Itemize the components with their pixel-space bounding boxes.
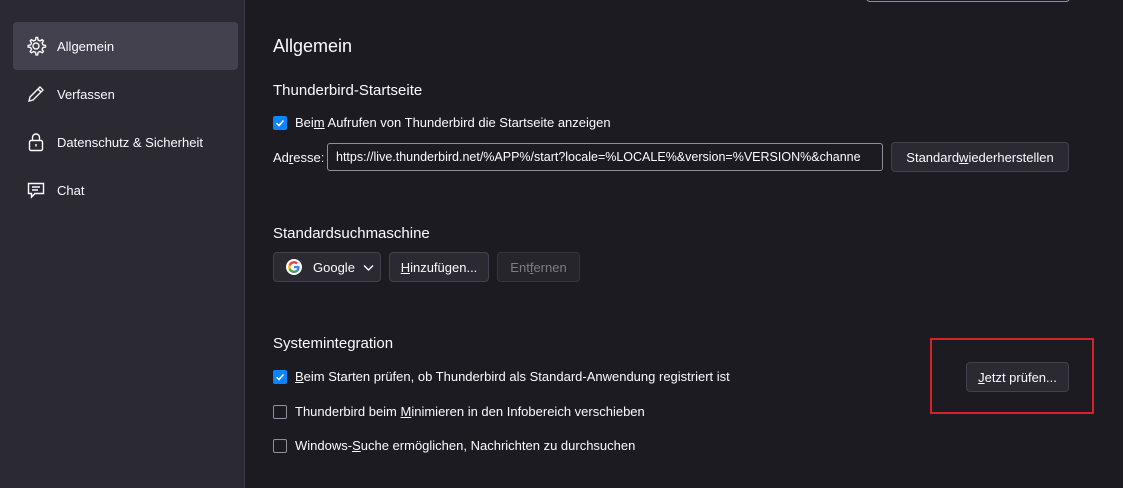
- system-option-row[interactable]: Beim Starten prüfen, ob Thunderbird als …: [273, 369, 730, 384]
- address-label: Adresse:: [273, 150, 325, 165]
- google-icon: [286, 259, 302, 275]
- sidebar-item-datenschutz[interactable]: Datenschutz & Sicherheit: [13, 118, 238, 166]
- remove-search-engine-button[interactable]: Ent f ernen: [497, 252, 580, 282]
- highlight-annotation-box: [930, 338, 1094, 414]
- sidebar-item-label: Chat: [57, 182, 85, 198]
- address-input[interactable]: https://live.thunderbird.net/%APP%/start…: [327, 143, 883, 171]
- pencil-icon: [25, 83, 47, 105]
- add-search-engine-button[interactable]: Hinzufügen...: [389, 252, 489, 282]
- minimize-tray-checkbox[interactable]: [273, 404, 287, 419]
- startpage-checkbox-row[interactable]: Beim Aufrufen von Thunderbird die Starts…: [273, 115, 611, 130]
- sidebar-item-label: Allgemein: [57, 38, 115, 54]
- search-engine-dropdown[interactable]: Google: [273, 252, 381, 282]
- system-option-row[interactable]: Windows-Suche ermöglichen, Nachrichten z…: [273, 438, 635, 453]
- sidebar-item-allgemein[interactable]: Allgemein: [13, 22, 238, 70]
- restore-default-button[interactable]: Standard w iederherstellen: [891, 142, 1069, 172]
- windows-search-checkbox-label: Windows-Suche ermöglichen, Nachrichten z…: [295, 438, 636, 453]
- section-heading-search: Standardsuchmaschine: [273, 225, 430, 242]
- section-heading-system: Systemintegration: [273, 335, 394, 352]
- lock-icon: [25, 131, 47, 153]
- windows-search-checkbox[interactable]: [273, 438, 287, 453]
- sidebar-item-verfassen[interactable]: Verfassen: [13, 70, 238, 118]
- search-engine-label: Google: [313, 259, 355, 275]
- search-field[interactable]: [866, 0, 1070, 2]
- page-title: Allgemein: [273, 36, 353, 56]
- section-heading-startpage: Thunderbird-Startseite: [273, 82, 423, 99]
- startpage-checkbox[interactable]: [273, 115, 287, 130]
- default-app-checkbox[interactable]: [273, 369, 287, 384]
- sidebar: Allgemein Verfassen Datenschutz & Sicher…: [0, 0, 245, 488]
- sidebar-item-label: Datenschutz & Sicherheit: [57, 134, 203, 150]
- sidebar-item-label: Verfassen: [57, 86, 115, 102]
- checkmark-icon: [275, 119, 285, 127]
- gear-icon: [25, 35, 47, 57]
- startpage-checkbox-label: Beim Aufrufen von Thunderbird die Starts…: [295, 115, 611, 130]
- chevron-down-icon: [363, 260, 374, 275]
- system-option-row[interactable]: Thunderbird beim Minimieren in den Infob…: [273, 404, 645, 419]
- chat-icon: [25, 179, 47, 201]
- sidebar-item-chat[interactable]: Chat: [13, 166, 238, 214]
- checkmark-icon: [275, 373, 285, 381]
- default-app-checkbox-label: Beim Starten prüfen, ob Thunderbird als …: [295, 369, 730, 384]
- minimize-tray-checkbox-label: Thunderbird beim Minimieren in den Infob…: [295, 404, 645, 419]
